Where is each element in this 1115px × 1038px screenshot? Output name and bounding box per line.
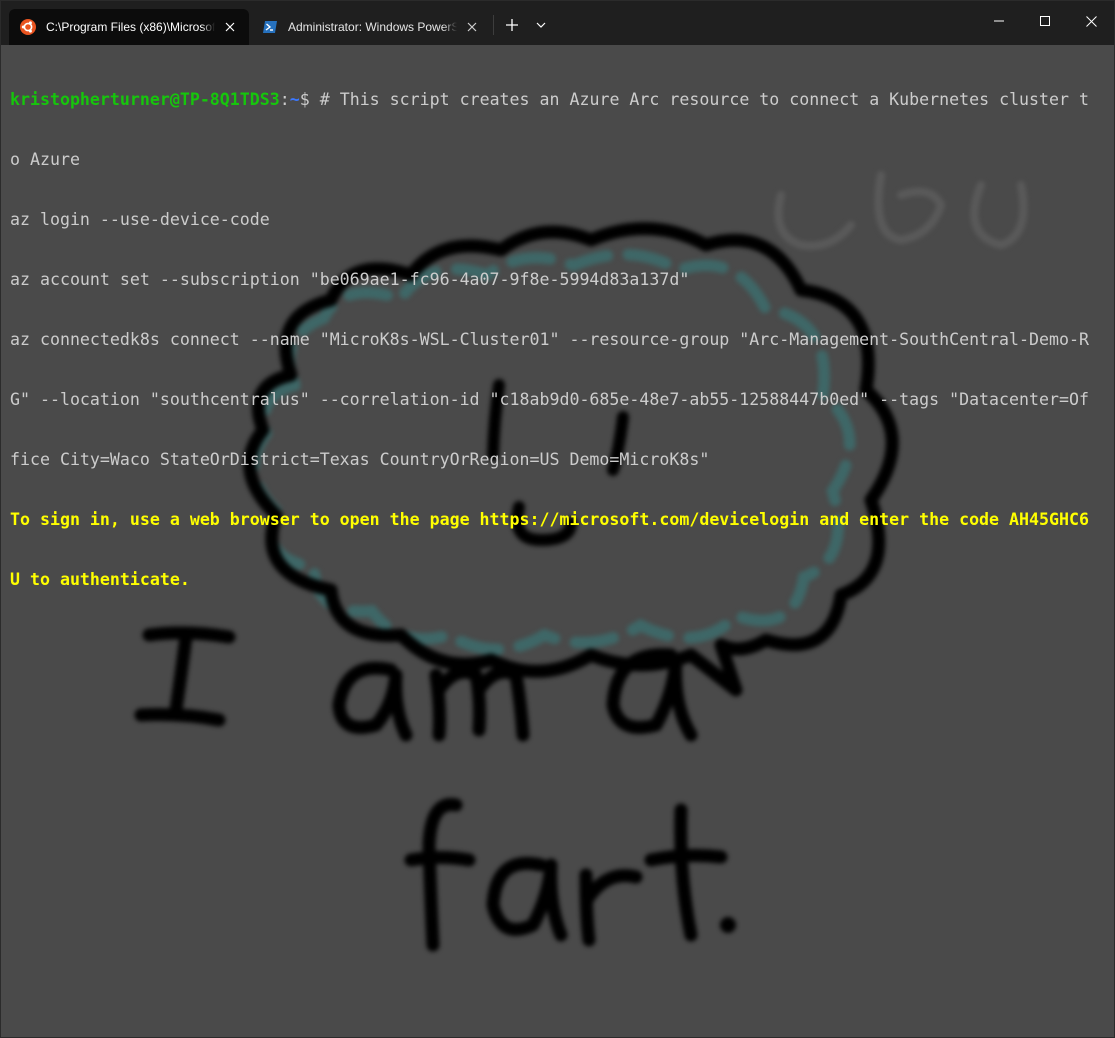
terminal-window: C:\Program Files (x86)\Microsoft Adminis… <box>0 0 1115 1038</box>
new-tab-button[interactable] <box>499 11 525 39</box>
tab-title: Administrator: Windows PowerShell <box>288 20 457 34</box>
command-line-1: kristopherturner@TP-8Q1TDS3:~$ # This sc… <box>10 90 1108 110</box>
command-text: # This script creates an Azure Arc resou… <box>319 90 1089 109</box>
command-line-5: az connectedk8s connect --name "MicroK8s… <box>10 330 1089 349</box>
minimize-button[interactable] <box>976 1 1022 41</box>
command-line-6: G" --location "southcentralus" --correla… <box>10 390 1089 409</box>
tab-title: C:\Program Files (x86)\Microsoft <box>46 20 215 34</box>
close-icon <box>1085 15 1097 27</box>
command-line-2: o Azure <box>10 150 80 169</box>
title-bar[interactable]: C:\Program Files (x86)\Microsoft Adminis… <box>1 1 1114 45</box>
maximize-icon <box>1040 16 1050 26</box>
output-line-2: U to authenticate. <box>10 570 190 589</box>
tab-separator <box>493 15 494 35</box>
close-window-button[interactable] <box>1068 1 1114 41</box>
output-line-1: To sign in, use a web browser to open th… <box>10 510 1089 529</box>
terminal-output[interactable]: kristopherturner@TP-8Q1TDS3:~$ # This sc… <box>10 50 1108 630</box>
chevron-down-icon <box>536 22 546 28</box>
prompt-path: ~ <box>289 90 300 109</box>
prompt-separator: : <box>279 90 290 109</box>
close-icon <box>225 22 235 32</box>
powershell-icon <box>263 21 277 33</box>
prompt-symbol: $ <box>299 90 320 109</box>
terminal-pane[interactable]: kristopherturner@TP-8Q1TDS3:~$ # This sc… <box>1 45 1114 1037</box>
command-line-4: az account set --subscription "be069ae1-… <box>10 270 690 289</box>
prompt-user: kristopherturner@TP-8Q1TDS3 <box>10 90 280 109</box>
tab-dropdown-button[interactable] <box>529 11 553 39</box>
close-icon <box>467 22 477 32</box>
period-dot <box>720 917 736 933</box>
tab-close-button[interactable] <box>457 13 487 41</box>
tab-ubuntu[interactable]: C:\Program Files (x86)\Microsoft <box>9 9 249 45</box>
command-line-7: fice City=Waco StateOrDistrict=Texas Cou… <box>10 450 710 469</box>
command-line-3: az login --use-device-code <box>10 210 270 229</box>
maximize-button[interactable] <box>1022 1 1068 41</box>
ubuntu-icon <box>20 19 36 35</box>
tab-close-button[interactable] <box>215 13 245 41</box>
plus-icon <box>506 19 518 31</box>
tab-powershell[interactable]: Administrator: Windows PowerShell <box>251 9 491 45</box>
minimize-icon <box>994 20 1004 22</box>
